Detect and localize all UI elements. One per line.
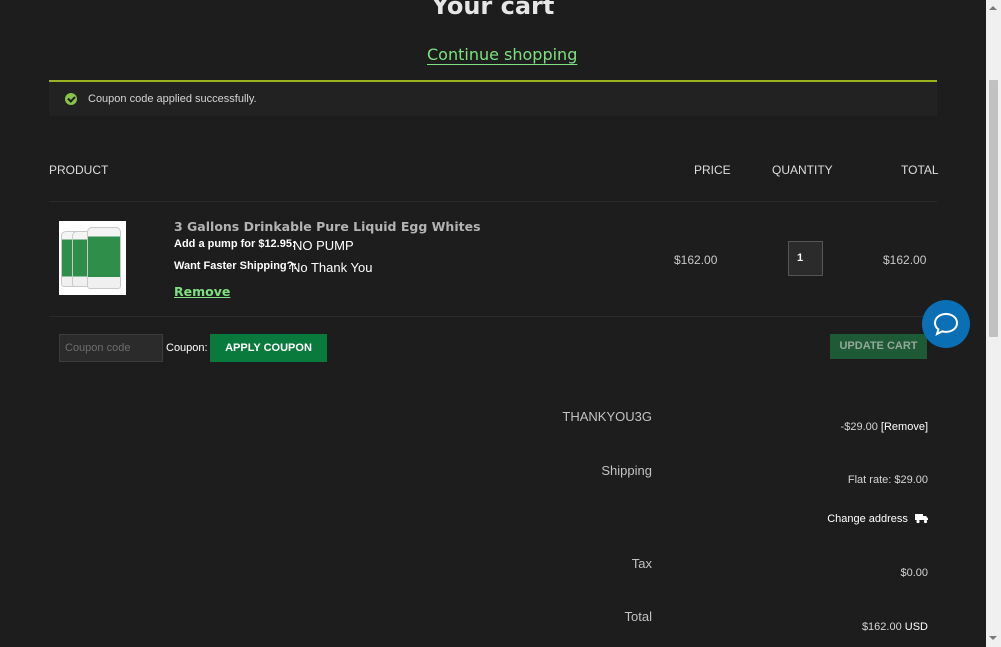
header-quantity: QUANTITY (772, 163, 833, 177)
option-pump-label: Add a pump for $12.95: (174, 238, 296, 250)
total-amount: $162.00 (861, 621, 902, 633)
chat-bubble-icon (933, 312, 959, 336)
remove-item-link[interactable]: Remove (174, 284, 230, 299)
header-product: PRODUCT (49, 163, 109, 177)
notice-message: Coupon code applied successfully. (88, 93, 257, 105)
shipping-value: Flat rate: $29.00 (847, 474, 928, 486)
tax-value: $0.00 (900, 567, 928, 579)
total-value: $162.00 USD (862, 621, 928, 633)
coupon-label: Coupon: (166, 342, 208, 354)
quantity-input[interactable]: 1 (788, 241, 823, 276)
scroll-up-arrow-icon[interactable] (989, 6, 997, 10)
total-label: Total (624, 609, 652, 624)
shipping-label: Shipping (601, 463, 652, 478)
tax-label: Tax (631, 556, 652, 571)
truck-icon (915, 514, 928, 524)
header-price: PRICE (694, 163, 731, 177)
option-shipping-value: No Thank You (291, 260, 373, 275)
option-pump-value: NO PUMP (293, 238, 354, 253)
check-circle-icon (65, 93, 77, 105)
change-address-link[interactable]: Change address (827, 513, 928, 525)
row-divider-bottom (49, 316, 937, 317)
success-notice: Coupon code applied successfully. (49, 80, 937, 116)
product-name[interactable]: 3 Gallons Drinkable Pure Liquid Egg Whit… (174, 219, 481, 234)
page-title: Your cart (431, 0, 555, 20)
total-currency: USD (904, 621, 928, 633)
scrollbar-thumb[interactable] (989, 80, 998, 337)
coupon-code-input[interactable]: Coupon code (59, 334, 163, 362)
coupon-summary-label: THANKYOU3G (562, 409, 652, 424)
option-shipping-label: Want Faster Shipping?: (174, 260, 298, 272)
update-cart-button[interactable]: UPDATE CART (830, 334, 927, 359)
coupon-summary-value: -$29.00 [Remove] (841, 421, 928, 433)
cart-page: Your cart Continue shopping Coupon code … (0, 0, 1001, 647)
change-address-label: Change address (827, 513, 908, 525)
header-total: TOTAL (901, 163, 939, 177)
product-image[interactable] (59, 221, 126, 295)
item-total: $162.00 (883, 253, 927, 267)
apply-coupon-button[interactable]: APPLY COUPON (210, 334, 327, 362)
chat-button[interactable] (922, 300, 970, 348)
scroll-down-arrow-icon[interactable] (989, 636, 997, 640)
coupon-discount: -$29.00 (840, 421, 878, 433)
continue-shopping-link[interactable]: Continue shopping (427, 45, 577, 64)
row-divider-top (49, 201, 937, 202)
remove-coupon-link[interactable]: [Remove] (881, 421, 928, 433)
item-price: $162.00 (674, 253, 718, 267)
